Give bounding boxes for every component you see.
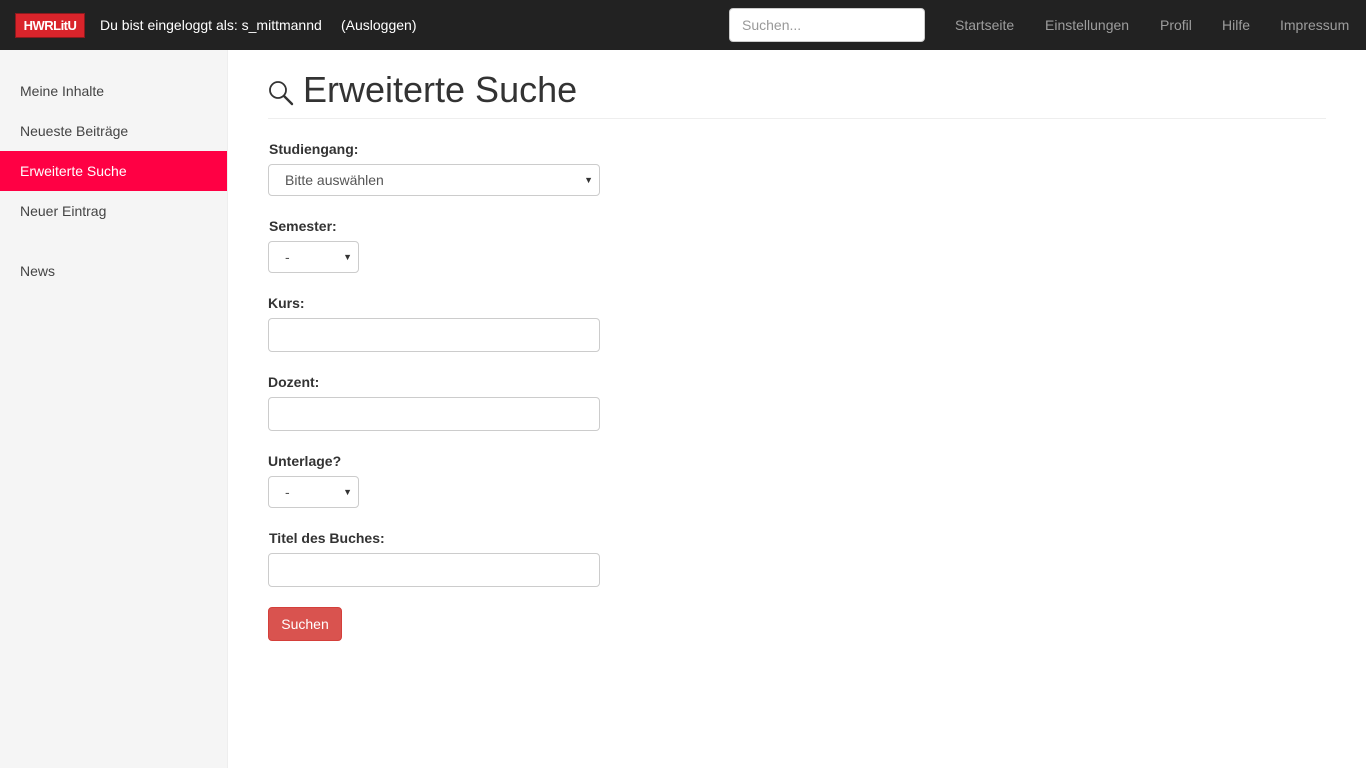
semester-label: Semester:	[269, 218, 337, 234]
sidebar-item-news[interactable]: News	[0, 251, 227, 291]
studiengang-selected-value: Bitte auswählen	[285, 172, 384, 188]
nav-link-startseite[interactable]: Startseite	[955, 17, 1014, 33]
logout-link[interactable]: (Ausloggen)	[341, 17, 417, 33]
semester-select[interactable]: - ▼	[268, 241, 359, 273]
sidebar-item-neueste-beitraege[interactable]: Neueste Beiträge	[0, 111, 227, 151]
studiengang-label: Studiengang:	[269, 141, 359, 157]
top-navbar: HWRLitU Du bist eingeloggt als: s_mittma…	[0, 0, 1366, 50]
search-icon	[269, 81, 294, 106]
sidebar-item-meine-inhalte[interactable]: Meine Inhalte	[0, 71, 227, 111]
nav-link-einstellungen[interactable]: Einstellungen	[1045, 17, 1129, 33]
chevron-down-icon: ▼	[343, 487, 352, 497]
page-title: Erweiterte Suche	[303, 69, 578, 110]
studiengang-select[interactable]: Bitte auswählen ▼	[268, 164, 600, 196]
semester-selected-value: -	[285, 249, 290, 265]
app-logo[interactable]: HWRLitU	[15, 13, 85, 38]
sidebar-item-neuer-eintrag[interactable]: Neuer Eintrag	[0, 191, 227, 231]
nav-link-profil[interactable]: Profil	[1160, 17, 1192, 33]
buchtitel-input[interactable]	[268, 553, 600, 587]
search-submit-button[interactable]: Suchen	[268, 607, 342, 641]
unterlage-label: Unterlage?	[268, 453, 342, 469]
page-header: Erweiterte Suche	[268, 70, 1326, 119]
dozent-label: Dozent:	[268, 374, 320, 390]
unterlage-select[interactable]: - ▼	[268, 476, 359, 508]
nav-link-hilfe[interactable]: Hilfe	[1222, 17, 1250, 33]
unterlage-selected-value: -	[285, 484, 290, 500]
kurs-input[interactable]	[268, 318, 600, 352]
nav-link-impressum[interactable]: Impressum	[1280, 17, 1349, 33]
dozent-input[interactable]	[268, 397, 600, 431]
kurs-label: Kurs:	[268, 295, 305, 311]
buchtitel-label: Titel des Buches:	[269, 530, 385, 546]
logged-in-text: Du bist eingeloggt als: s_mittmannd	[100, 17, 322, 33]
sidebar-item-erweiterte-suche[interactable]: Erweiterte Suche	[0, 151, 227, 191]
chevron-down-icon: ▼	[584, 175, 593, 185]
sidebar: Meine Inhalte Neueste Beiträge Erweitert…	[0, 50, 228, 768]
navbar-search-input[interactable]	[729, 8, 925, 42]
chevron-down-icon: ▼	[343, 252, 352, 262]
